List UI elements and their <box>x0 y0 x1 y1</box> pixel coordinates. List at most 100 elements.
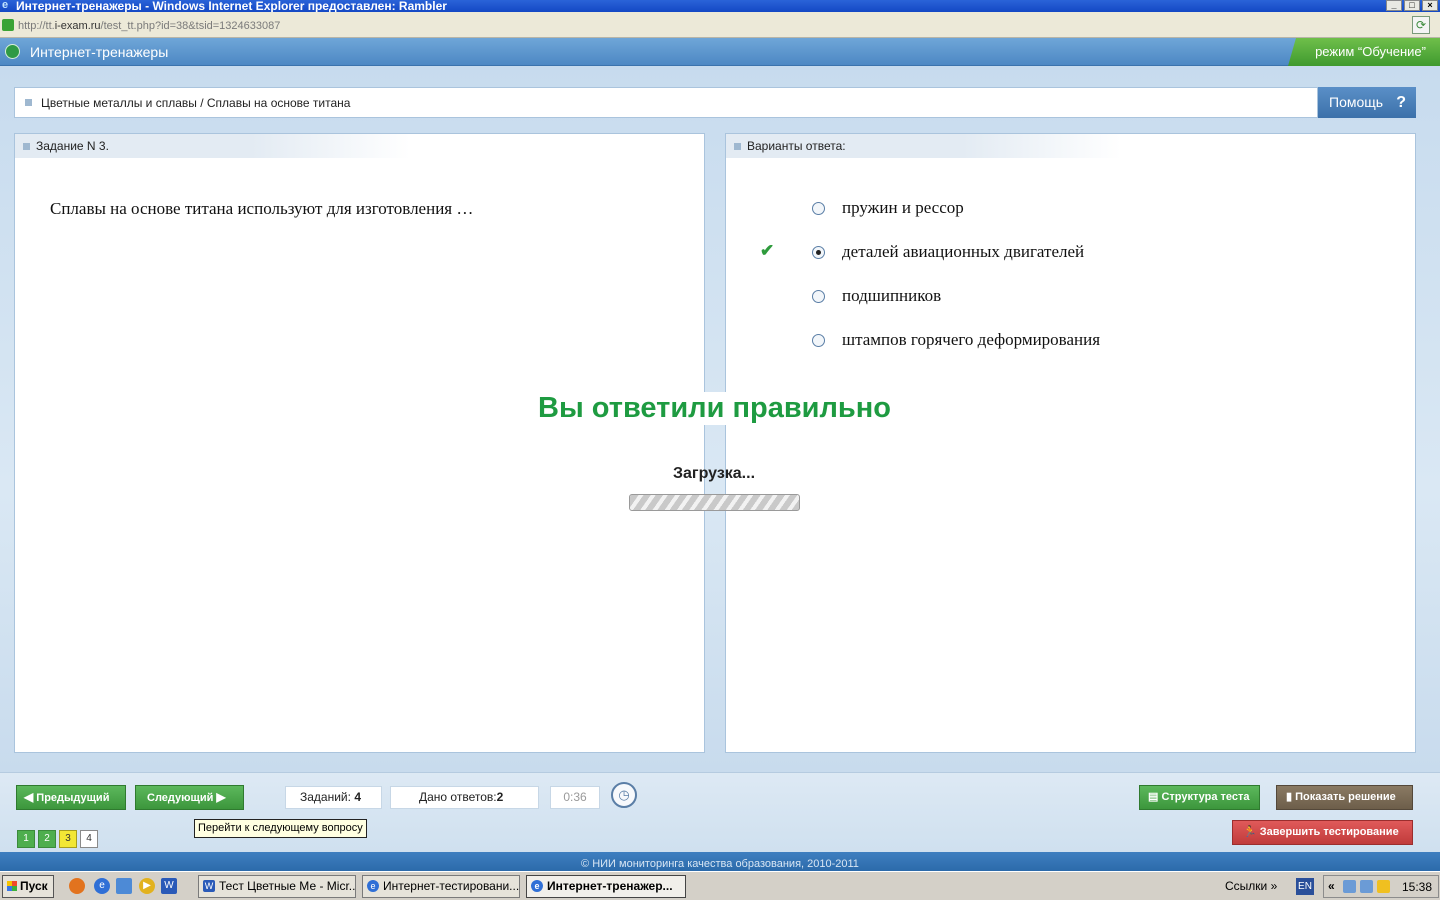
refresh-icon[interactable]: ⟳ <box>1412 16 1430 34</box>
app-header: Интернет-тренажеры режим “Обучение” <box>0 38 1440 66</box>
app-title: Интернет-тренажеры <box>30 44 169 60</box>
show-solution-label: Показать решение <box>1295 791 1396 803</box>
answer-label: штампов горячего деформирования <box>842 330 1101 349</box>
ie-quicklaunch-icon[interactable]: e <box>94 878 110 894</box>
tray-clock: 15:38 <box>1401 880 1432 894</box>
bullet-icon <box>23 143 30 150</box>
task-panel: Задание N 3. Сплавы на основе титана исп… <box>14 133 705 753</box>
book-icon: ▮ <box>1286 791 1293 803</box>
answer-label: деталей авиационных двигателей <box>842 242 1085 261</box>
help-button[interactable]: Помощь ? <box>1318 87 1416 118</box>
taskbar-item-label: Интернет-тестировани... <box>383 879 520 893</box>
system-tray: « 15:38 <box>1323 875 1439 898</box>
breadcrumb: Цветные металлы и сплавы / Сплавы на осн… <box>14 87 1318 118</box>
mode-badge: режим “Обучение” <box>1288 38 1440 66</box>
question-mark-icon: ? <box>1396 94 1406 111</box>
tasks-label: Заданий: <box>300 790 351 804</box>
previous-button[interactable]: ◀ Предыдущий <box>16 785 126 810</box>
next-label: Следующий <box>147 792 214 804</box>
address-bar: http://tt.i-exam.ru/test_tt.php?id=38&ts… <box>0 12 1440 38</box>
tasks-counter: Заданий: 4 <box>285 786 382 809</box>
answers-counter: Дано ответов:2 <box>390 786 539 809</box>
answers-given-label: Дано ответов: <box>419 790 497 804</box>
ie-icon: e <box>367 880 379 892</box>
links-label: Ссылки <box>1225 879 1268 893</box>
taskbar-item-label: Тест Цветные Ме - Micr... <box>219 879 356 893</box>
maximize-button[interactable]: □ <box>1404 0 1420 11</box>
bottom-toolbar <box>0 772 1440 852</box>
radio-button-selected[interactable] <box>812 245 825 259</box>
network-icon[interactable] <box>1343 880 1356 893</box>
links-toolbar[interactable]: Ссылки » <box>1225 879 1277 893</box>
correct-checkmark-icon: ✔ <box>760 241 775 260</box>
running-man-icon: 🏃 <box>1243 826 1257 838</box>
desktop-icon[interactable] <box>116 878 132 894</box>
page-button-1[interactable]: 1 <box>17 830 35 848</box>
url-field[interactable]: http://tt.i-exam.ru/test_tt.php?id=38&ts… <box>18 20 280 32</box>
answer-option[interactable]: деталей авиационных двигателей <box>812 241 1084 263</box>
radio-button[interactable] <box>812 289 825 303</box>
answer-option[interactable]: подшипников <box>812 285 941 307</box>
ie-icon: e <box>531 880 543 892</box>
start-button[interactable]: Пуск <box>2 875 54 898</box>
start-label: Пуск <box>20 879 48 893</box>
show-solution-button[interactable]: ▮ Показать решение <box>1276 785 1413 810</box>
next-tooltip: Перейти к следующему вопросу <box>194 819 367 838</box>
url-prefix: http://tt. <box>18 20 55 32</box>
window-title-bar: e Интернет-тренажеры - Windows Internet … <box>0 0 1440 12</box>
task-title: Задание N 3. <box>36 139 109 153</box>
window-title: Интернет-тренажеры - Windows Internet Ex… <box>16 0 447 12</box>
timer: 0:36 <box>550 786 600 809</box>
finish-test-button[interactable]: 🏃 Завершить тестирование <box>1232 820 1413 845</box>
radio-button[interactable] <box>812 201 825 215</box>
warning-icon[interactable] <box>1377 880 1390 893</box>
page-button-3[interactable]: 3 <box>59 830 77 848</box>
url-path: /test_tt.php?id=38&tsid=1324633087 <box>100 20 281 32</box>
test-structure-button[interactable]: ▤ Структура теста <box>1139 785 1260 810</box>
answer-option[interactable]: пружин и рессор <box>812 197 964 219</box>
list-icon: ▤ <box>1148 791 1159 803</box>
answer-label: пружин и рессор <box>842 198 964 217</box>
taskbar-item-ie-1[interactable]: e Интернет-тестировани... <box>362 875 520 898</box>
windows-flag-icon <box>7 881 17 891</box>
window-controls: _ □ × <box>1386 0 1438 11</box>
taskbar-item-label: Интернет-тренажер... <box>547 879 673 893</box>
help-label: Помощь <box>1329 94 1384 110</box>
url-domain: i-exam.ru <box>54 20 101 32</box>
loading-label: Загрузка... <box>672 465 756 482</box>
globe-logo-icon <box>5 44 20 59</box>
breadcrumb-text: Цветные металлы и сплавы / Сплавы на осн… <box>41 96 351 110</box>
tasks-count: 4 <box>354 790 361 804</box>
answers-panel-header: Варианты ответа: <box>726 134 1121 158</box>
taskbar-item-word[interactable]: W Тест Цветные Ме - Micr... <box>198 875 356 898</box>
question-text: Сплавы на основе титана используют для и… <box>50 199 474 218</box>
page-favicon-icon <box>2 19 14 31</box>
answers-panel: Варианты ответа: ✔ пружин и рессор детал… <box>725 133 1416 753</box>
arrow-left-icon: ◀ <box>24 790 34 804</box>
network-icon[interactable] <box>1360 880 1373 893</box>
previous-label: Предыдущий <box>36 792 110 804</box>
page-button-2[interactable]: 2 <box>38 830 56 848</box>
next-button[interactable]: Следующий ▶ <box>135 785 244 810</box>
answer-option[interactable]: штампов горячего деформирования <box>812 329 1100 351</box>
windows-taskbar: Пуск e ▶ W W Тест Цветные Ме - Micr... e… <box>0 871 1440 900</box>
tray-expand-icon[interactable]: « <box>1328 879 1335 893</box>
answer-label: подшипников <box>842 286 942 305</box>
arrow-right-icon: ▶ <box>216 790 226 804</box>
taskbar-item-ie-2[interactable]: e Интернет-тренажер... <box>526 875 686 898</box>
close-button[interactable]: × <box>1422 0 1438 11</box>
language-indicator[interactable]: EN <box>1296 878 1314 895</box>
word-icon[interactable]: W <box>161 878 177 894</box>
media-player-icon[interactable]: ▶ <box>139 878 155 894</box>
question-pager: 1 2 3 4 <box>17 830 98 848</box>
result-message: Вы ответили правильно <box>534 392 895 425</box>
radio-button[interactable] <box>812 333 825 347</box>
firefox-icon[interactable] <box>69 878 85 894</box>
clock-icon: ◷ <box>611 782 637 808</box>
minimize-button[interactable]: _ <box>1386 0 1402 11</box>
chevron-more-icon: » <box>1270 879 1278 893</box>
page-button-4[interactable]: 4 <box>80 830 98 848</box>
loading-progress-bar <box>629 494 800 511</box>
answers-given-count: 2 <box>496 790 504 804</box>
bullet-icon <box>25 99 32 106</box>
